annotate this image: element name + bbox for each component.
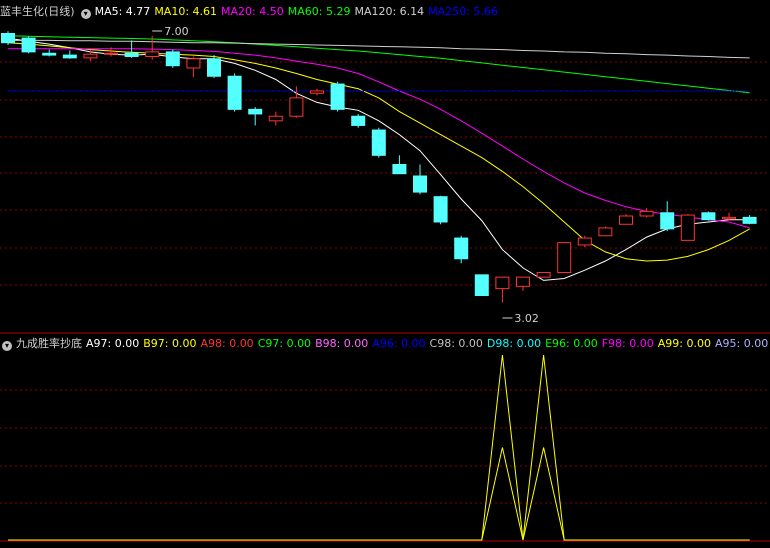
candle-body-36: [742, 216, 757, 224]
kline-chart-window: 7.00 3.02 蓝丰生化(日线) ▾ MA5: 4.77 MA10: 4.61 MA2…: [0, 0, 770, 548]
indicator-legend-item-11: A95: 0.00: [714, 337, 769, 350]
candle-body-2: [42, 52, 57, 56]
candle-body-8: [165, 51, 180, 67]
candle-body-19: [392, 164, 407, 175]
indicator-legend-item-1: B97: 0.00: [143, 337, 197, 350]
indicator-legend-item-7: D98: 0.00: [486, 337, 542, 350]
candle-body-9: [186, 58, 201, 69]
ma-legend: MA5: 4.77 MA10: 4.61 MA20: 4.50 MA60: 5.29 M…: [95, 5, 502, 18]
ma-line-ma60: [7, 35, 750, 94]
ma-legend-item-1: MA10: 4.61: [154, 5, 218, 18]
candle-body-17: [351, 115, 366, 126]
candle-body-1: [21, 37, 36, 53]
indicator-legend-item-2: A98: 0.00: [200, 337, 254, 350]
ma-legend-item-2: MA20: 4.50: [221, 5, 284, 18]
candle-body-34: [701, 212, 716, 221]
candle-body-22: [454, 237, 469, 260]
candle-body-18: [371, 129, 386, 156]
candle-body-30: [619, 215, 633, 225]
candle-body-0: [1, 32, 15, 44]
chart-canvas: 7.00 3.02: [0, 25, 770, 542]
candle-body-11: [227, 75, 242, 110]
candle-body-15: [310, 90, 324, 94]
candle-body-27: [557, 242, 572, 274]
candle-body-35: [722, 216, 736, 220]
indicator-legend-item-10: A99: 0.00: [657, 337, 711, 350]
indicator-legend-item-6: C98: 0.00: [429, 337, 483, 350]
candle-body-3: [62, 54, 77, 59]
candle-body-32: [660, 212, 675, 230]
annotation-label-0: 7.00: [164, 25, 189, 38]
indicator-legend: A97: 0.00 B97: 0.00 A98: 0.00 C97: 0.00 B98:…: [86, 337, 770, 350]
indicator-legend-item-3: C97: 0.00: [257, 337, 312, 350]
annotation-label-1: 3.02: [514, 312, 539, 325]
indicator-legend-item-5: A96: 0.00: [372, 337, 426, 350]
candle-body-25: [516, 276, 530, 287]
ma-line-ma5: [7, 37, 750, 281]
candle-body-16: [330, 83, 345, 110]
indicator-legend-item-0: A97: 0.00: [86, 337, 140, 350]
indicator-legend-item-9: F98: 0.00: [601, 337, 654, 350]
candle-body-21: [433, 196, 448, 223]
chevron-down-icon[interactable]: ▾: [2, 341, 12, 351]
indicator-line-1: [8, 447, 750, 541]
candle-body-10: [207, 58, 221, 77]
indicator-legend-item-4: B98: 0.00: [315, 337, 369, 350]
candle-body-24: [495, 276, 510, 290]
candle-body-6: [124, 52, 139, 57]
candle-body-20: [413, 175, 427, 193]
chevron-down-icon[interactable]: ▾: [80, 9, 91, 19]
candle-body-7: [145, 51, 160, 57]
candle-body-14: [289, 97, 304, 117]
candle-body-33: [680, 214, 695, 241]
indicator-title: 九成胜率抄底: [16, 337, 82, 350]
ma-legend-item-4: MA120: 6.14: [354, 5, 425, 18]
candle-body-26: [536, 272, 551, 278]
indicator-header: ▾ 九成胜率抄底 A97: 0.00 B97: 0.00 A98: 0.00 C97: 0…: [0, 335, 770, 353]
ma-legend-item-5: MA250: 5.66: [428, 5, 498, 18]
candle-body-5: [104, 52, 118, 55]
ma-legend-item-3: MA60: 5.29: [287, 5, 351, 18]
candle-body-31: [639, 210, 654, 217]
candle-body-28: [577, 237, 592, 246]
candle-body-23: [474, 274, 489, 297]
candle-body-12: [248, 108, 263, 115]
candle-body-4: [83, 53, 98, 59]
candle-body-13: [268, 115, 283, 122]
indicator-line-0: [8, 354, 750, 541]
main-chart-header: 蓝丰生化(日线) ▾ MA5: 4.77 MA10: 4.61 MA20: 4.50 MA…: [0, 3, 506, 21]
candle-body-29: [598, 227, 613, 237]
indicator-legend-item-8: E96: 0.00: [545, 337, 598, 350]
main-title: 蓝丰生化(日线): [0, 5, 75, 18]
ma-legend-item-0: MA5: 4.77: [94, 5, 151, 18]
